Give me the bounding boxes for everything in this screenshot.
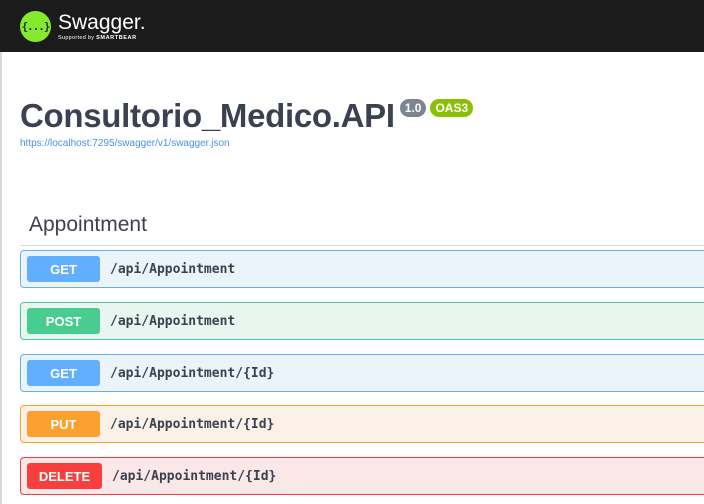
operation-put-appointment-by-id[interactable]: PUT /api/Appointment/{Id} xyxy=(20,405,704,443)
swagger-logo-icon: {...} xyxy=(20,10,51,42)
operation-path: /api/Appointment xyxy=(110,313,236,329)
logo-text: Swagger. Supported by SMARTBEAR xyxy=(58,12,146,42)
logo-name: Swagger. xyxy=(58,11,146,34)
operation-path: /api/Appointment/{Id} xyxy=(110,365,275,381)
tag-section-appointment: Appointment xyxy=(20,204,704,246)
viewport-edge xyxy=(0,0,2,504)
operation-path: /api/Appointment/{Id} xyxy=(112,468,277,484)
version-badge: 1.0 xyxy=(399,99,427,117)
operation-post-appointment[interactable]: POST /api/Appointment xyxy=(20,302,704,340)
logo-glyph: {...} xyxy=(21,19,50,33)
method-badge: GET xyxy=(27,256,100,282)
method-badge: PUT xyxy=(27,411,100,437)
tag-header[interactable]: Appointment xyxy=(20,204,704,246)
api-title: Consultorio_Medico.API xyxy=(20,97,395,134)
spec-url-link[interactable]: https://localhost:7295/swagger/v1/swagge… xyxy=(20,138,473,149)
title-row: Consultorio_Medico.API 1.0 OAS3 xyxy=(20,97,474,135)
operation-get-appointment-by-id[interactable]: GET /api/Appointment/{Id} xyxy=(20,354,704,392)
api-info: Consultorio_Medico.API 1.0 OAS3 https://… xyxy=(20,97,474,149)
operation-get-appointment[interactable]: GET /api/Appointment xyxy=(20,250,704,288)
method-badge: POST xyxy=(27,308,100,334)
swagger-logo[interactable]: {...} Swagger. Supported by SMARTBEAR xyxy=(20,10,146,42)
operation-path: /api/Appointment xyxy=(110,261,236,277)
method-badge: DELETE xyxy=(27,463,102,489)
operation-path: /api/Appointment/{Id} xyxy=(110,416,275,432)
logo-sub-brand: SMARTBEAR xyxy=(96,35,137,41)
operation-delete-appointment-by-id[interactable]: DELETE /api/Appointment/{Id} xyxy=(20,457,704,495)
logo-subtitle: Supported by SMARTBEAR xyxy=(58,34,146,42)
oas-badge: OAS3 xyxy=(430,99,474,117)
logo-sub-prefix: Supported by xyxy=(58,35,97,41)
method-badge: GET xyxy=(27,360,100,386)
top-bar: {...} Swagger. Supported by SMARTBEAR xyxy=(0,0,704,52)
tag-name: Appointment xyxy=(29,212,147,236)
